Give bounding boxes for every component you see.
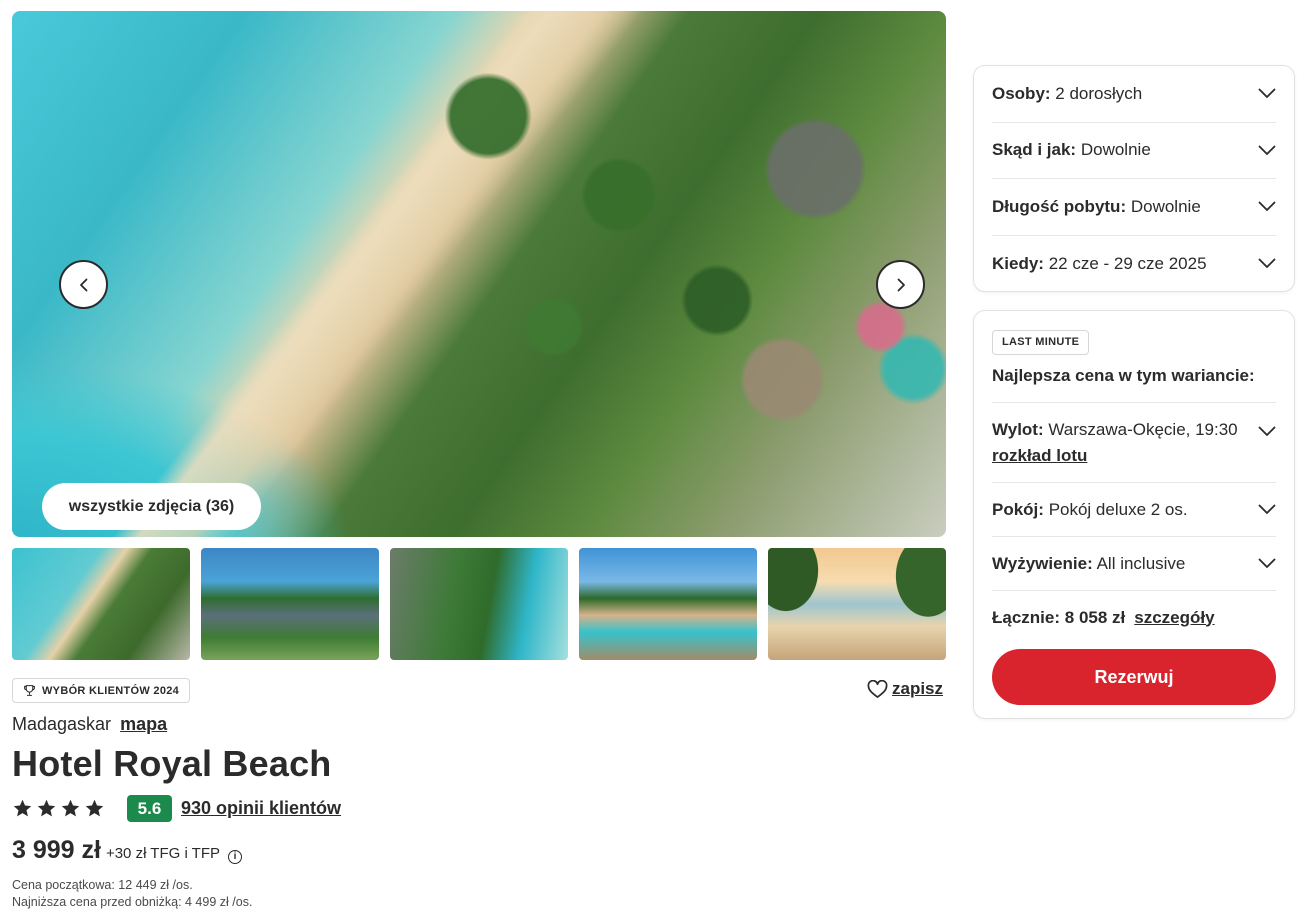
fees-label: +30 zł TFG i TFP [105,845,221,862]
price-details-link[interactable]: szczegóły [1134,608,1214,628]
hotel-name: Hotel Royal Beach [12,743,332,784]
trophy-icon [24,685,35,696]
chevron-down-icon [1258,426,1276,436]
thumbnail-hotel-buildings[interactable] [201,548,379,660]
star-icon [85,799,104,817]
filter-persons-value: 2 dorosłych [1055,83,1143,103]
last-minute-badge: LAST MINUTE [992,330,1090,355]
chevron-left-icon [79,278,87,291]
board-row[interactable]: Wyżywienie: All inclusive [992,537,1276,591]
save-label: zapisz [892,679,944,698]
filter-duration-label: Długość pobytu: [992,196,1127,216]
search-filters-panel: Osoby: 2 dorosłych Skąd i jak: Dowolnie … [973,65,1295,292]
chevron-down-icon [1258,201,1276,212]
total-price-row: Łącznie: 8 058 zł szczegóły [992,591,1276,644]
rating-row: 5.6 930 opinii klientów [12,795,341,822]
filter-duration-value: Dowolnie [1130,196,1201,216]
room-label: Pokój: [992,499,1044,519]
filter-dates[interactable]: Kiedy: 22 cze - 29 cze 2025 [992,236,1276,293]
heart-icon [867,679,888,698]
book-button[interactable]: Rezerwuj [992,649,1276,705]
award-badge: WYBÓR KLIENTÓW 2024 [12,678,191,703]
thumbnail-resort-coast[interactable] [390,548,568,660]
filter-duration[interactable]: Długość pobytu: Dowolnie [992,179,1276,236]
offer-panel: LAST MINUTE Najlepsza cena w tym warianc… [973,310,1295,719]
all-photos-button[interactable]: wszystkie zdjęcia (36) [42,483,261,530]
flight-label: Wylot: [992,420,1044,439]
review-score-badge: 5.6 [127,795,172,822]
flight-value: Warszawa-Okęcie, 19:30 [1048,420,1238,439]
location-row: Madagaskar mapa [12,714,167,735]
star-rating [12,798,105,819]
chevron-down-icon [1258,504,1276,514]
filter-departure-value: Dowolnie [1080,140,1151,160]
chevron-down-icon [1258,145,1276,155]
flight-row[interactable]: Wylot: Warszawa-Okęcie, 19:30 rozkład lo… [992,403,1276,483]
filter-departure[interactable]: Skąd i jak: Dowolnie [992,123,1276,179]
main-hotel-photo[interactable]: wszystkie zdjęcia (36) [12,11,946,537]
save-button[interactable]: zapisz [867,679,943,699]
photo-resort-layer [292,11,946,537]
thumbnail-beach-aerial[interactable] [12,548,190,660]
lowest-price-note: Najniższa cena przed obniżką: 4 499 zł /… [12,895,253,909]
board-label: Wyżywienie: [992,553,1093,573]
thumbnail-beach-palms[interactable] [768,548,946,660]
room-row[interactable]: Pokój: Pokój deluxe 2 os. [992,483,1276,537]
map-link[interactable]: mapa [120,714,167,735]
star-icon [13,799,32,817]
chevron-right-icon [897,278,905,291]
total-value: 8 058 zł [1064,607,1126,627]
room-value: Pokój deluxe 2 os. [1048,499,1188,519]
thumbnail-pool[interactable] [579,548,757,660]
star-icon [37,799,56,817]
filter-dates-value: 22 cze - 29 cze 2025 [1048,253,1207,273]
filter-persons[interactable]: Osoby: 2 dorosłych [992,66,1276,123]
photo-thumbnails [12,548,946,660]
chevron-down-icon [1258,258,1276,269]
chevron-down-icon [1258,88,1276,99]
next-photo-button[interactable] [876,260,925,309]
filter-dates-label: Kiedy: [992,253,1044,273]
previous-photo-button[interactable] [59,260,108,309]
price-per-person: 3 999 zł [12,836,101,864]
price-row: 3 999 zł +30 zł TFG i TFP i [12,836,243,865]
award-badge-label: WYBÓR KLIENTÓW 2024 [42,684,180,697]
initial-price-note: Cena początkowa: 12 449 zł /os. [12,878,193,892]
board-value: All inclusive [1096,553,1186,573]
info-icon[interactable]: i [228,850,243,864]
filter-departure-label: Skąd i jak: [992,140,1077,160]
best-price-heading: Najlepsza cena w tym wariancie: [992,366,1276,403]
flight-schedule-link[interactable]: rozkład lotu [992,446,1238,466]
country-label: Madagaskar [12,714,112,734]
reviews-link[interactable]: 930 opinii klientów [181,798,341,819]
chevron-down-icon [1258,558,1276,568]
total-label: Łącznie: [992,607,1061,627]
star-icon [61,799,80,817]
filter-persons-label: Osoby: [992,83,1051,103]
